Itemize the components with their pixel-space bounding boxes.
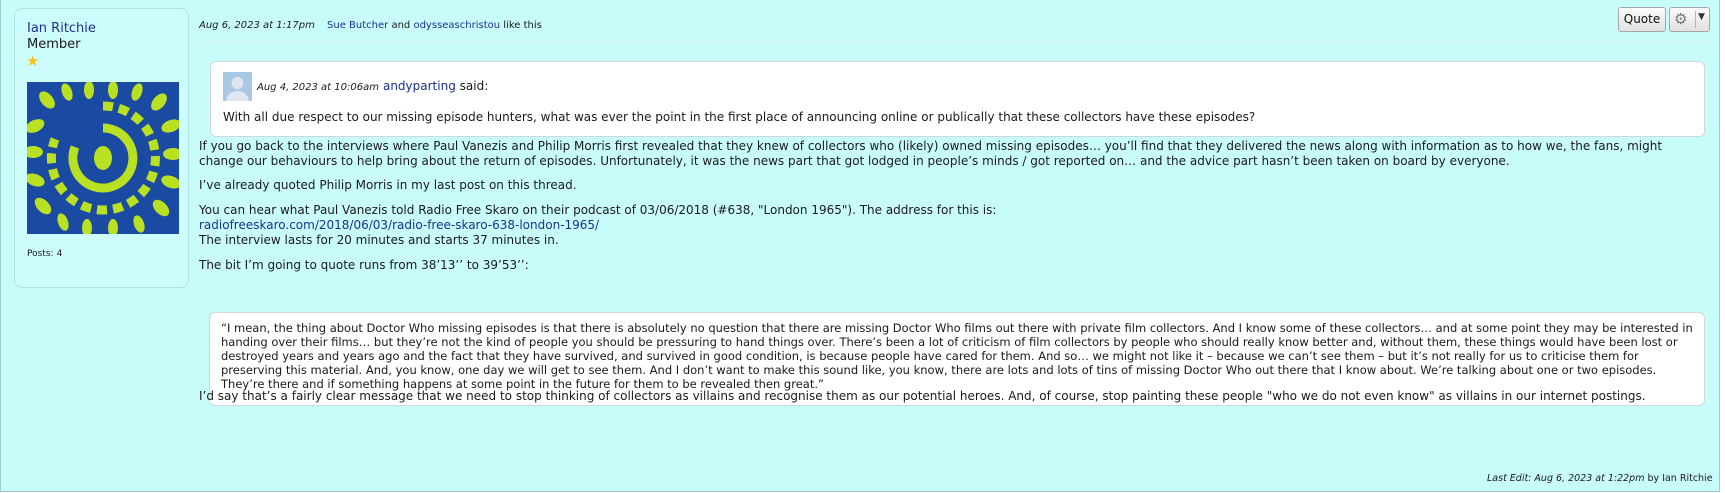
blockquote-text: “I mean, the thing about Doctor Who miss…	[221, 321, 1693, 391]
last-edit-label: Last Edit: Aug 6, 2023 at 1:22pm	[1487, 473, 1645, 484]
posts-label: Posts:	[27, 249, 54, 259]
podcast-link[interactable]: radiofreeskaro.com/2018/06/03/radio-free…	[199, 218, 599, 232]
quote-said: said:	[459, 79, 489, 93]
liked-suffix: like this	[503, 20, 542, 31]
gear-icon: ⚙	[1674, 10, 1688, 28]
author-name-link[interactable]: Ian Ritchie	[27, 21, 96, 36]
liked-user-link[interactable]: Sue Butcher	[327, 20, 388, 31]
quote-button[interactable]: Quote	[1618, 7, 1666, 32]
star-icon: ★	[26, 52, 40, 70]
post-count: Posts: 4	[27, 249, 65, 259]
author-sidebar: Ian Ritchie Member ★ Posts: 4	[14, 8, 189, 288]
post-paragraph-3: You can hear what Paul Vanezis told Radi…	[199, 203, 1709, 248]
last-edit-user[interactable]: Ian Ritchie	[1662, 473, 1712, 484]
quote-author-link[interactable]: andyparting	[383, 79, 456, 93]
header-divider	[197, 41, 1708, 42]
button-separator	[1695, 11, 1696, 28]
post-paragraph-1: If you go back to the interviews where P…	[199, 139, 1663, 168]
post-paragraph-6: I’d say that’s a fairly clear message th…	[199, 389, 1646, 403]
post-paragraph-2: I’ve already quoted Philip Morris in my …	[199, 178, 577, 192]
quote-header: Aug 4, 2023 at 10:06am andyparting said:	[257, 79, 488, 93]
liked-user-link-2[interactable]: odysseaschristou	[413, 20, 500, 31]
posts-count: 4	[56, 249, 63, 259]
avatar[interactable]	[27, 82, 179, 234]
quote-timestamp[interactable]: Aug 4, 2023 at 10:06am	[257, 82, 379, 93]
forum-post: Ian Ritchie Member ★ Posts: 4 Aug 6, 202…	[0, 0, 1720, 492]
caret-down-icon[interactable]: ▼	[1698, 12, 1705, 22]
last-edit: Last Edit: Aug 6, 2023 at 1:22pm by Ian …	[1487, 473, 1713, 484]
author-role: Member	[27, 37, 81, 52]
post-paragraph-5: The bit I’m going to quote runs from 38’…	[199, 258, 529, 272]
post-paragraph-4: The interview lasts for 20 minutes and s…	[199, 233, 559, 247]
post-timestamp[interactable]: Aug 6, 2023 at 1:17pm	[199, 20, 315, 31]
post-paragraph-3-text: You can hear what Paul Vanezis told Radi…	[199, 203, 997, 217]
options-button[interactable]: ⚙ ▼	[1669, 7, 1710, 32]
liked-conj: and	[391, 20, 411, 31]
last-edit-by: by	[1647, 473, 1660, 484]
quoted-post: Aug 4, 2023 at 10:06am andyparting said: …	[210, 61, 1705, 137]
quote-text: With all due respect to our missing epis…	[223, 110, 1256, 124]
quote-avatar[interactable]	[223, 72, 252, 101]
post-meta: Aug 6, 2023 at 1:17pm Sue Butcher and od…	[199, 20, 542, 31]
